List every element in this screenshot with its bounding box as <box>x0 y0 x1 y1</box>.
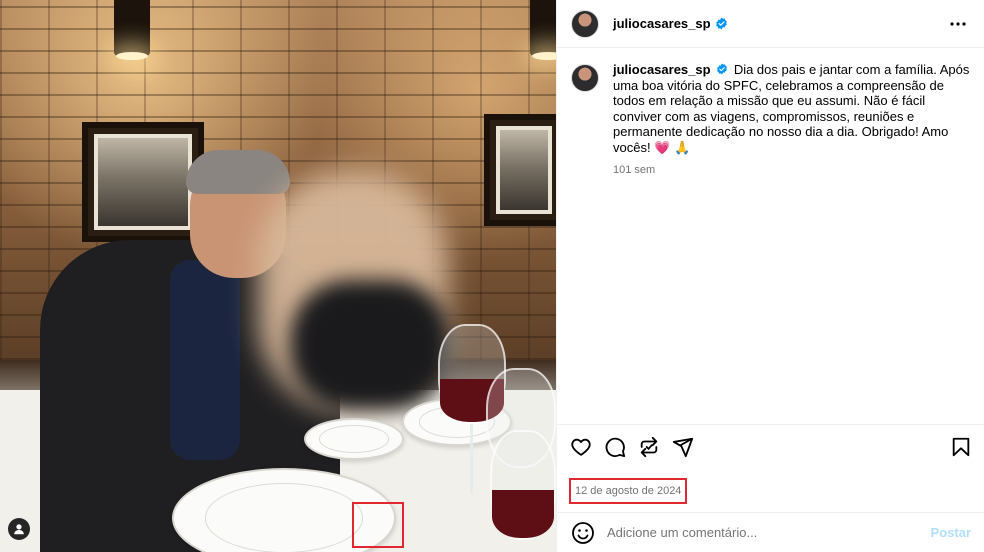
more-options-icon[interactable] <box>946 12 970 36</box>
wall-picture-frame <box>484 114 556 226</box>
post-side-panel: juliocasares_sp juliocasares_sp Dia dos … <box>556 0 984 552</box>
username-link[interactable]: juliocasares_sp <box>613 16 711 31</box>
glass-stem <box>470 424 473 494</box>
ceiling-lamp <box>114 0 150 60</box>
verified-badge-icon <box>715 17 727 30</box>
post-time-ago[interactable]: 101 sem <box>613 163 971 179</box>
post-actions-bar <box>557 424 984 462</box>
like-heart-icon[interactable] <box>569 435 593 459</box>
tagged-user-icon[interactable] <box>8 518 30 540</box>
avatar[interactable] <box>571 64 599 92</box>
wine-glass <box>490 430 556 540</box>
verified-badge-icon <box>717 63 728 75</box>
ceiling-lamp <box>530 0 556 60</box>
highlight-box <box>352 502 404 548</box>
post-photo[interactable] <box>0 0 556 552</box>
post-header: juliocasares_sp <box>557 0 984 48</box>
comment-input[interactable] <box>607 525 931 540</box>
comment-bar: Postar <box>557 512 984 552</box>
save-bookmark-icon[interactable] <box>949 435 973 459</box>
share-icon[interactable] <box>671 435 695 459</box>
post-date[interactable]: 12 de agosto de 2024 <box>569 478 688 504</box>
repost-icon[interactable] <box>637 435 661 459</box>
emoji-icon[interactable] <box>571 521 595 545</box>
comment-icon[interactable] <box>603 435 627 459</box>
post-comment-button[interactable]: Postar <box>931 525 971 540</box>
plate <box>304 418 404 460</box>
caption-username[interactable]: juliocasares_sp <box>613 62 711 77</box>
blurred-person-body <box>290 280 450 410</box>
avatar[interactable] <box>571 9 599 38</box>
tagged-user-icon-glyph <box>14 524 24 535</box>
post-caption: juliocasares_sp Dia dos pais e jantar co… <box>571 62 971 179</box>
